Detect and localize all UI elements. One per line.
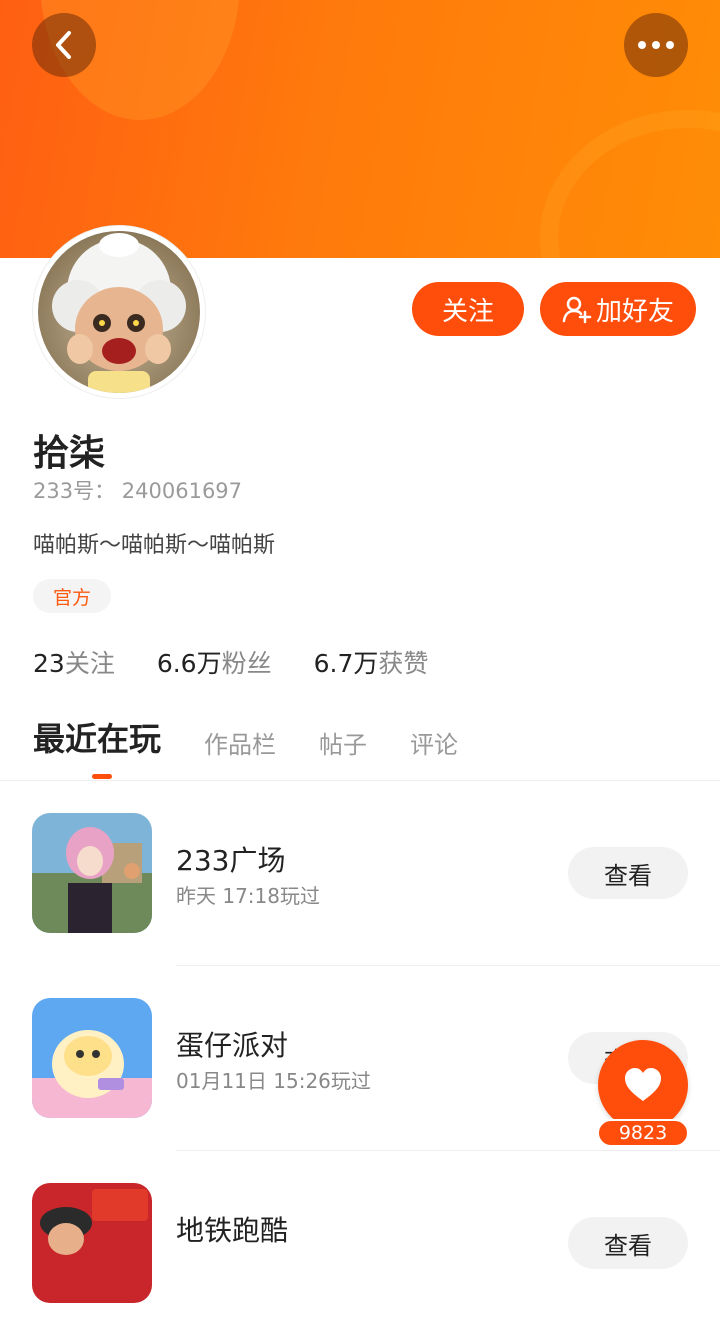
profile-bio: 喵帕斯～喵帕斯～喵帕斯 (33, 533, 276, 558)
list-item[interactable]: 233广场 昨天 17:18玩过 查看 (0, 781, 720, 966)
game-title: 233广场 (176, 844, 286, 877)
avatar[interactable] (33, 226, 205, 398)
profile-name: 拾柒 (33, 433, 106, 474)
banner-decoration (540, 110, 720, 258)
view-button[interactable]: 查看 (568, 847, 688, 899)
avatar-image (52, 233, 186, 393)
profile-uid: 233号： 240061697 (33, 475, 242, 505)
game-icon (32, 813, 152, 933)
more-button[interactable] (624, 13, 688, 77)
add-friend-label: 加好友 (595, 296, 674, 327)
stat-likes[interactable]: 6.7万获赞 (314, 644, 429, 680)
game-played-time: 昨天 17:18玩过 (176, 884, 320, 908)
stat-value: 6.6万 (156, 649, 222, 678)
more-dots-icon (635, 41, 677, 49)
tab-works[interactable]: 作品栏 (204, 725, 276, 760)
view-button[interactable]: 查看 (568, 1217, 688, 1269)
stat-value: 23 (33, 649, 65, 678)
stat-label: 获赞 (378, 649, 429, 678)
stat-following[interactable]: 23关注 (33, 644, 115, 680)
stat-label: 关注 (64, 649, 115, 678)
follow-button[interactable]: 关注 (412, 282, 524, 336)
heart-icon (625, 1068, 661, 1101)
tab-recently-played[interactable]: 最近在玩 (33, 714, 161, 760)
stat-fans[interactable]: 6.6万粉丝 (157, 644, 272, 680)
profile-banner (0, 0, 720, 258)
add-user-icon (562, 296, 592, 324)
profile-stats: 23关注 6.6万粉丝 6.7万获赞 (33, 644, 470, 680)
game-icon (32, 1183, 152, 1303)
tab-comments[interactable]: 评论 (410, 725, 458, 760)
official-badge: 官方 (33, 579, 111, 613)
stat-value: 6.7万 (313, 649, 379, 678)
profile-tabs: 最近在玩 作品栏 帖子 评论 (33, 714, 501, 760)
game-title: 地铁跑酷 (176, 1214, 289, 1247)
uid-label: 233号： (33, 479, 116, 503)
like-button[interactable] (598, 1040, 688, 1130)
add-friend-button[interactable]: 加好友 (540, 282, 696, 336)
game-title: 蛋仔派对 (176, 1029, 289, 1062)
chevron-left-icon (56, 31, 71, 59)
game-icon (32, 998, 152, 1118)
tab-posts[interactable]: 帖子 (319, 725, 367, 760)
list-item[interactable]: 地铁跑酷 查看 (0, 1151, 720, 1336)
official-badge-label: 官方 (52, 586, 91, 609)
game-played-time: 01月11日 15:26玩过 (176, 1069, 371, 1093)
uid-value: 240061697 (121, 479, 243, 503)
stat-label: 粉丝 (221, 649, 272, 678)
back-button[interactable] (32, 13, 96, 77)
tab-indicator (92, 774, 112, 779)
follow-label: 关注 (441, 296, 494, 327)
like-count: 9823 (597, 1119, 689, 1147)
